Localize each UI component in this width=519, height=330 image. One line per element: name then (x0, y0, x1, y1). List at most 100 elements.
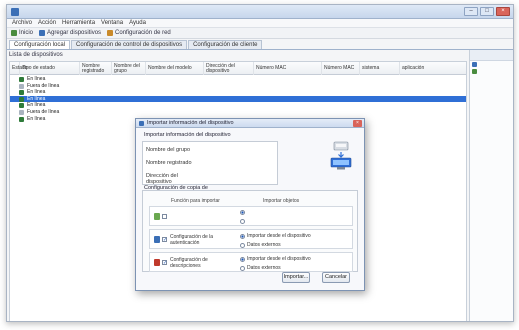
card-import-from-device-radio[interactable] (240, 210, 247, 215)
minimize-button[interactable]: – (464, 7, 478, 16)
printer-status-icon (19, 96, 24, 102)
card-checkbox[interactable] (162, 214, 167, 219)
tab-client-config[interactable]: Configuración de cliente (188, 40, 263, 49)
column-header-model-name[interactable]: Nombre del modelo (146, 62, 204, 75)
desc-external-data-radio[interactable]: Datos externos (240, 265, 281, 271)
toolbar-add-device-button[interactable]: Agregar dispositivos (39, 30, 101, 36)
column-header-status[interactable]: Estado (10, 62, 28, 75)
side-panel (469, 50, 513, 321)
cell-group-name (112, 109, 146, 116)
radio-dot (240, 242, 245, 248)
toolbar-network-config-button[interactable]: Configuración de red (107, 30, 171, 36)
import-function-header: Función para importar (171, 198, 220, 204)
cell-registered-name (80, 83, 112, 90)
cell-application (400, 109, 466, 116)
tab-device-control-config[interactable]: Configuración de control de dispositivos (71, 40, 188, 49)
column-header-registered-name[interactable]: Nombre registrado (80, 62, 112, 75)
device-list-title: Lista de dispositivos (9, 52, 63, 58)
radio-dot (240, 219, 245, 224)
authentication-checkbox[interactable]: ✓ (162, 237, 167, 243)
column-header-application[interactable]: aplicación (400, 62, 466, 75)
cell-group-name (112, 102, 146, 109)
cell-status-type: En línea (27, 76, 46, 82)
printer-status-icon (19, 83, 24, 89)
auth-icon (154, 236, 160, 243)
import-button[interactable]: Importar... (282, 272, 310, 283)
cell-status-type: En línea (27, 89, 46, 96)
cell-mac-2 (322, 89, 360, 96)
cell-application (400, 83, 466, 90)
column-header-mac-2[interactable]: Número MAC (322, 62, 360, 75)
cell-mac-2 (322, 109, 360, 116)
import-object-header: Importar objetos (263, 198, 300, 204)
column-header-status-type[interactable]: Tipo de estado (20, 62, 80, 75)
cell-status-type: Fuera de línea (27, 109, 60, 115)
printer-status-icon (19, 116, 24, 122)
table-row[interactable]: En línea (10, 89, 466, 96)
card-external-data-radio[interactable] (240, 219, 247, 224)
column-header-group-name[interactable]: Nombre del grupo (112, 62, 146, 75)
cell-mac (254, 83, 322, 90)
cell-mac-2 (322, 83, 360, 90)
app-icon (11, 8, 19, 16)
cell-model-name (146, 109, 204, 116)
toolbar-add-device-label: Agregar dispositivos (47, 30, 102, 36)
gear-icon (472, 69, 477, 74)
cell-registered-name (80, 76, 112, 83)
info-row-registered-name: Nombre registrado (146, 160, 198, 166)
auth-external-data-radio[interactable]: Datos externos (240, 242, 281, 248)
tab-bar: Configuración local Configuración de con… (7, 40, 513, 50)
table-row[interactable]: Fuera de línea (10, 83, 466, 90)
menu-file[interactable]: Archivo (12, 19, 32, 27)
cell-system (360, 116, 400, 123)
tab-local-config[interactable]: Configuración local (9, 40, 71, 49)
toolbar-home-button[interactable]: Inicio (11, 30, 33, 36)
printer-status-icon (19, 90, 24, 96)
descriptions-checkbox[interactable]: ✓ (162, 260, 167, 266)
cell-mac-2 (322, 96, 360, 103)
column-header-device-address[interactable]: Dirección del dispositivo (204, 62, 254, 75)
info-label: Dirección del dispositivo (146, 173, 178, 185)
cell-group-name (112, 83, 146, 90)
side-panel-item-1[interactable] (470, 61, 513, 68)
import-config-group: Función para importar Importar objetos ✓ (142, 190, 358, 272)
menu-tools[interactable]: Herramienta (62, 19, 95, 27)
table-row[interactable]: En línea (10, 76, 466, 83)
table-row[interactable]: En línea (10, 95, 466, 103)
cell-system (360, 102, 400, 109)
menu-window[interactable]: Ventana (101, 19, 123, 27)
column-header-system[interactable]: sistema (360, 62, 400, 75)
cell-device-address (204, 102, 254, 109)
maximize-button[interactable]: □ (480, 7, 494, 16)
cell-device-address (204, 76, 254, 83)
side-panel-item-2[interactable] (470, 68, 513, 75)
cell-registered-name (80, 102, 112, 109)
menu-action[interactable]: Acción (38, 19, 56, 27)
cell-mac (254, 89, 322, 96)
close-button[interactable]: × (496, 7, 510, 16)
cell-model-name (146, 96, 204, 103)
menu-bar: Archivo Acción Herramienta Ventana Ayuda (7, 19, 513, 28)
descriptions-label: Configuración de descripciones (170, 257, 208, 269)
description-icon (154, 259, 160, 266)
dialog-title-bar: Importar información del dispositivo (136, 119, 364, 128)
cell-mac (254, 96, 322, 103)
cancel-button[interactable]: Cancelar (322, 272, 350, 283)
table-row[interactable]: En línea (10, 102, 466, 109)
cell-model-name (146, 89, 204, 96)
printer-status-icon (19, 77, 24, 82)
radio-label: Datos externos (247, 265, 281, 271)
device-info-box: Nombre del grupo Nombre registrado Direc… (142, 141, 278, 185)
column-header-mac[interactable]: Número MAC (254, 62, 322, 75)
menu-help[interactable]: Ayuda (129, 19, 146, 27)
cell-registered-name (80, 109, 112, 116)
side-panel-title (470, 50, 513, 61)
cell-system (360, 89, 400, 96)
desc-import-from-device-radio[interactable]: Importar desde el dispositivo (240, 256, 311, 262)
radio-dot (240, 256, 245, 262)
cell-mac (254, 76, 322, 83)
dialog-close-button[interactable]: × (353, 120, 362, 127)
table-row[interactable]: Fuera de línea (10, 109, 466, 116)
radio-dot (240, 265, 245, 271)
auth-import-from-device-radio[interactable]: Importar desde el dispositivo (240, 233, 311, 239)
